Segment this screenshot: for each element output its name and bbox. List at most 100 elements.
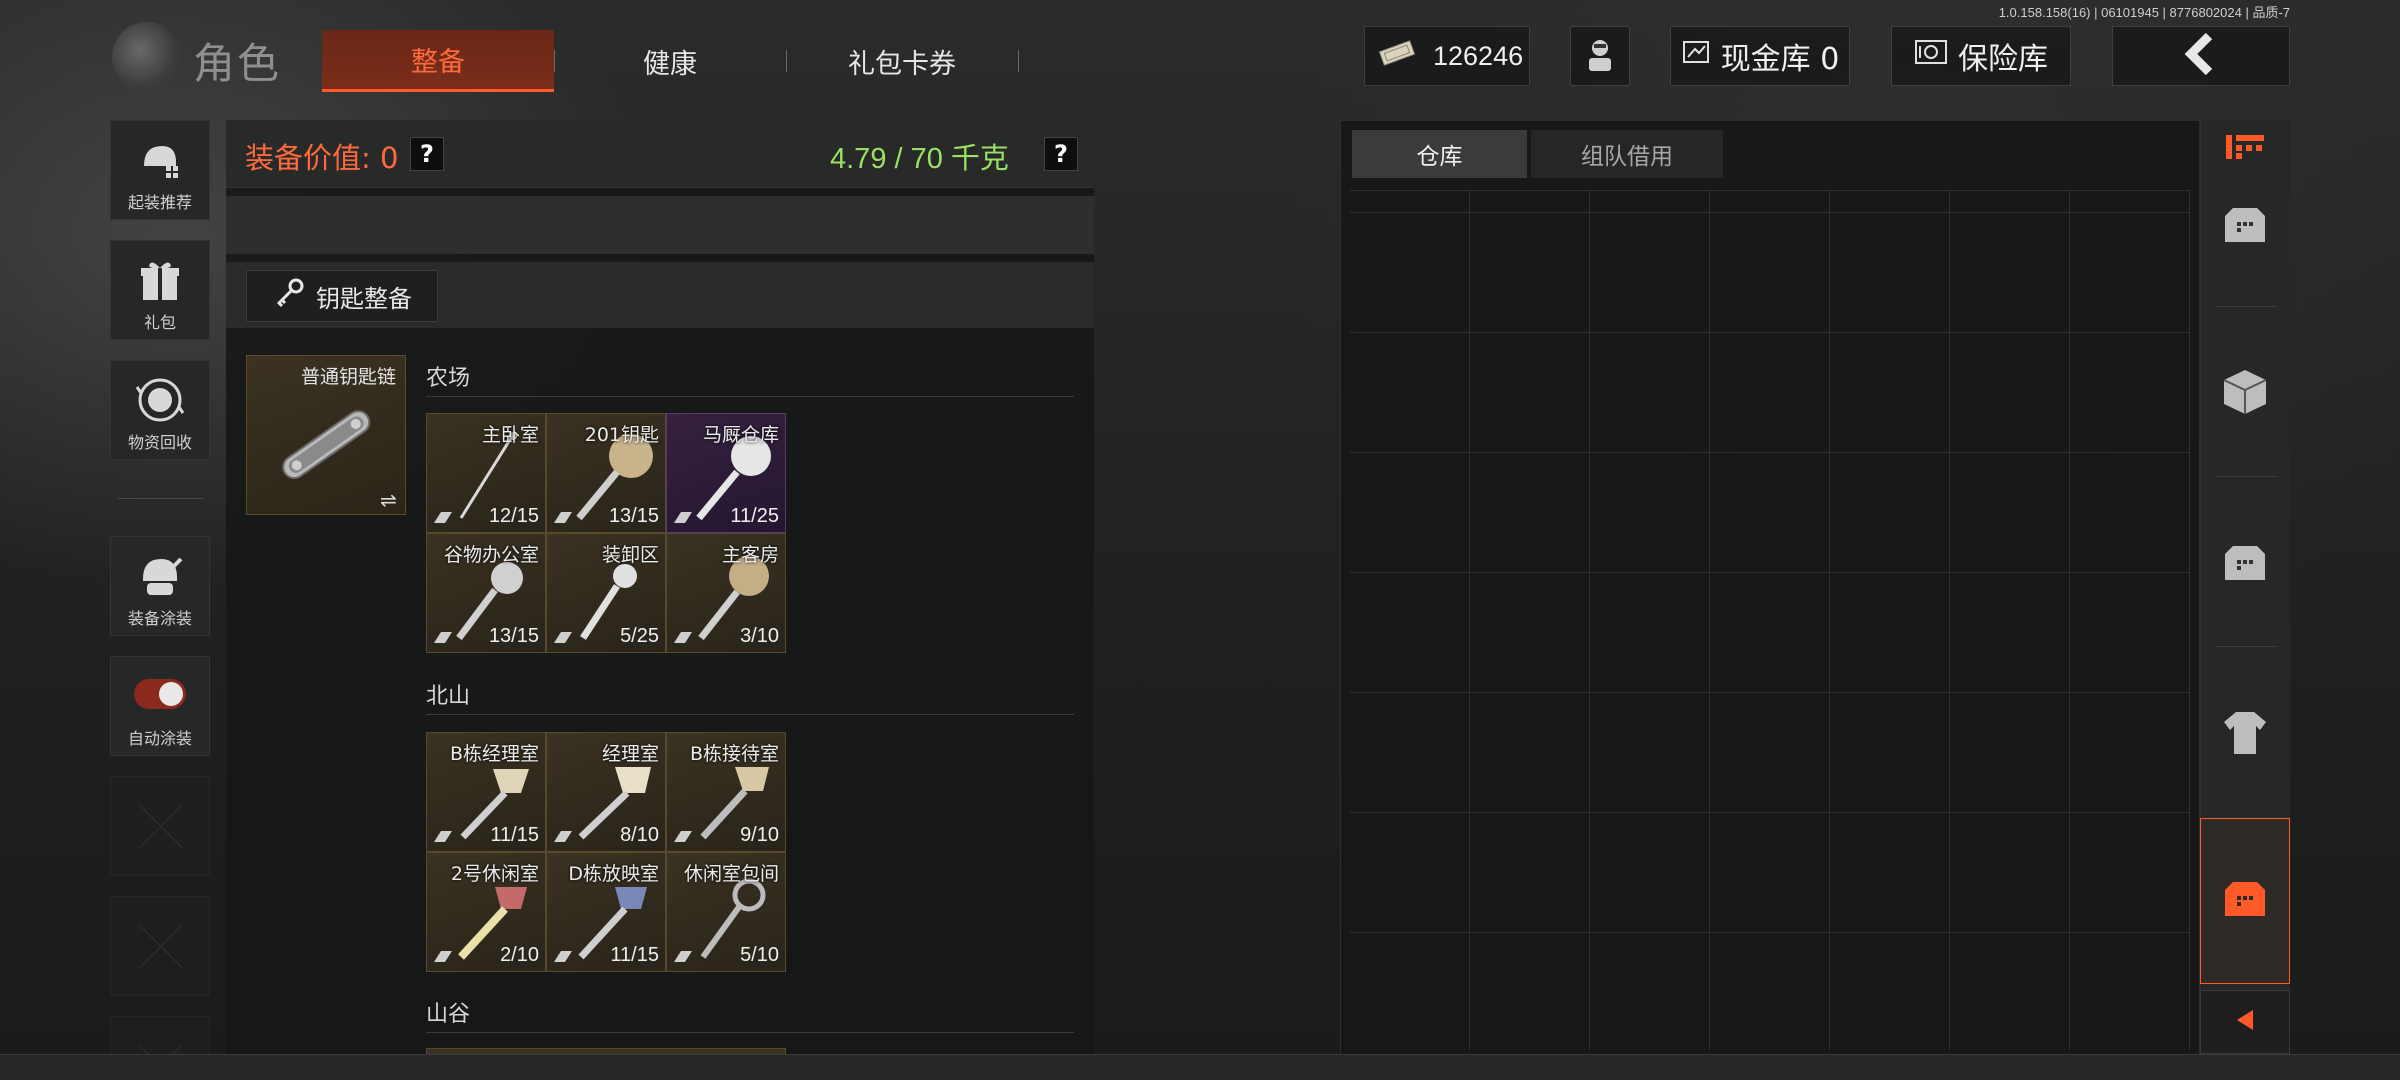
page-title: 角色	[193, 39, 282, 88]
rail-item-cube[interactable]	[2200, 358, 2290, 428]
sidebar-item-gift[interactable]: 礼包	[110, 240, 210, 340]
key-grid-farm: 主卧室 12/15 201钥匙 13/15 马厩仓库 11/25 谷物办公室 1…	[426, 413, 786, 653]
sidebar-empty-slot	[110, 776, 210, 876]
tag-icon	[674, 512, 692, 523]
group-divider	[426, 396, 1074, 397]
tag-icon	[434, 831, 452, 842]
cash-vault-label: 现金库 0	[1720, 42, 1840, 77]
key-durability: 13/15	[608, 505, 659, 527]
sidebar-empty-slot	[110, 1016, 210, 1056]
bottom-bar	[0, 1054, 2400, 1080]
cash-vault-button[interactable]: 现金库 0	[1670, 26, 1850, 86]
key-durability: 3/10	[740, 625, 779, 647]
tab-equip[interactable]: 整备	[322, 30, 554, 92]
key-item[interactable]: 谷物办公室 13/15	[426, 533, 546, 653]
weight-display: 4.79 / 70 千克	[830, 143, 1009, 175]
rail-item-clothing[interactable]	[2200, 700, 2290, 770]
key-name: 201钥匙	[584, 424, 659, 446]
box-icon	[2219, 204, 2271, 250]
money-display[interactable]: 126246	[1364, 26, 1530, 86]
key-durability: 5/25	[620, 625, 659, 647]
back-button[interactable]	[2112, 26, 2290, 86]
globe-logo-icon	[112, 22, 182, 92]
rail-item-box-1[interactable]	[2200, 192, 2290, 262]
key-item[interactable]: 主卧室 12/15	[426, 413, 546, 533]
tag-icon	[554, 951, 572, 962]
agent-profile-button[interactable]	[1570, 26, 1630, 86]
key-item[interactable]: 201钥匙 13/15	[546, 413, 666, 533]
key-name: 主客房	[721, 544, 779, 566]
recycle-icon	[134, 375, 186, 425]
key-name: 2号休闲室	[450, 863, 539, 885]
key-item[interactable]: D栋放映室 11/15	[546, 852, 666, 972]
key-setup-label: 钥匙整备	[316, 284, 412, 313]
tag-icon	[554, 632, 572, 643]
key-setup-button[interactable]: 钥匙整备	[246, 270, 438, 322]
sidebar-item-label: 物资回收	[127, 433, 192, 452]
key-item[interactable]: 装卸区 5/25	[546, 533, 666, 653]
key-item[interactable]: B栋接待室 9/10	[666, 732, 786, 852]
swap-icon[interactable]: ⇌	[380, 488, 397, 512]
sidebar-item-recycle[interactable]: 物资回收	[110, 360, 210, 460]
collapse-rail-button[interactable]	[2200, 990, 2290, 1054]
safe-button[interactable]: 保险库	[1891, 26, 2071, 86]
key-durability: 11/25	[730, 505, 779, 527]
operator-icon	[1580, 34, 1620, 78]
sidebar-item-auto-skin[interactable]: 自动涂装	[110, 656, 210, 756]
sidebar-empty-slot	[110, 896, 210, 996]
tab-team-borrow[interactable]: 组队借用	[1531, 130, 1723, 178]
tab-warehouse[interactable]: 仓库	[1352, 130, 1527, 178]
key-durability: 11/15	[490, 824, 539, 846]
key-name: D栋放映室	[568, 863, 659, 885]
key-item[interactable]: 马厩仓库 11/25	[666, 413, 786, 533]
tab-health[interactable]: 健康	[556, 30, 784, 92]
tab-divider	[1018, 50, 1019, 72]
tag-icon	[434, 951, 452, 962]
tag-icon	[554, 512, 572, 523]
equipment-value: 装备价值: 0	[245, 141, 399, 175]
active-box-button[interactable]	[2200, 866, 2290, 936]
key-item[interactable]: 经理室 8/10	[546, 732, 666, 852]
key-durability: 8/10	[620, 824, 659, 846]
sidebar-item-equipment-skin[interactable]: 装备涂装	[110, 536, 210, 636]
box-icon	[2219, 542, 2271, 588]
cube-icon	[2220, 366, 2270, 420]
shirt-icon	[2220, 708, 2270, 762]
key-item[interactable]: B栋经理室 11/15	[426, 732, 546, 852]
tag-icon	[674, 632, 692, 643]
rail-item-box-2[interactable]	[2200, 530, 2290, 600]
key-name: B栋接待室	[689, 743, 779, 765]
weight-help-button[interactable]: ?	[1044, 137, 1078, 171]
filter-button[interactable]	[2200, 130, 2290, 170]
sidebar-divider	[118, 498, 204, 499]
key-name: 装卸区	[601, 544, 659, 566]
tag-icon	[674, 831, 692, 842]
sidebar-item-label: 起装推荐	[127, 193, 192, 212]
key-item[interactable]: 2号休闲室 2/10	[426, 852, 546, 972]
key-item[interactable]: 主客房 3/10	[666, 533, 786, 653]
key-item[interactable]: 休闲室包间 5/10	[666, 852, 786, 972]
rail-divider	[2215, 646, 2277, 647]
tab-divider	[554, 50, 555, 72]
box-icon-active	[2219, 878, 2271, 924]
sidebar-item-label: 礼包	[143, 313, 176, 332]
tab-divider	[786, 50, 787, 72]
equipment-strip	[226, 196, 1094, 254]
key-icon	[272, 276, 306, 316]
tab-gift-cards[interactable]: 礼包卡券	[788, 30, 1016, 92]
paint-helmet-icon	[134, 551, 186, 601]
key-grid-north: B栋经理室 11/15 经理室 8/10 B栋接待室 9/10 2号休闲室 2/…	[426, 732, 786, 972]
value-help-button[interactable]: ?	[410, 137, 444, 171]
sidebar-item-label: 装备涂装	[127, 609, 192, 628]
warehouse-grid[interactable]	[1350, 190, 2190, 1050]
key-name: 经理室	[601, 743, 659, 765]
helmet-icon	[134, 135, 186, 185]
sidebar-item-loadout-recommend[interactable]: 起装推荐	[110, 120, 210, 220]
group-title-farm: 农场	[426, 366, 471, 391]
key-name: 主卧室	[481, 424, 539, 446]
banknote-icon	[1377, 38, 1417, 75]
tag-icon	[554, 831, 572, 842]
collapse-arrow-icon	[2231, 1006, 2259, 1038]
group-title-valley: 山谷	[426, 1002, 471, 1027]
auto-skin-toggle[interactable]	[134, 679, 186, 709]
